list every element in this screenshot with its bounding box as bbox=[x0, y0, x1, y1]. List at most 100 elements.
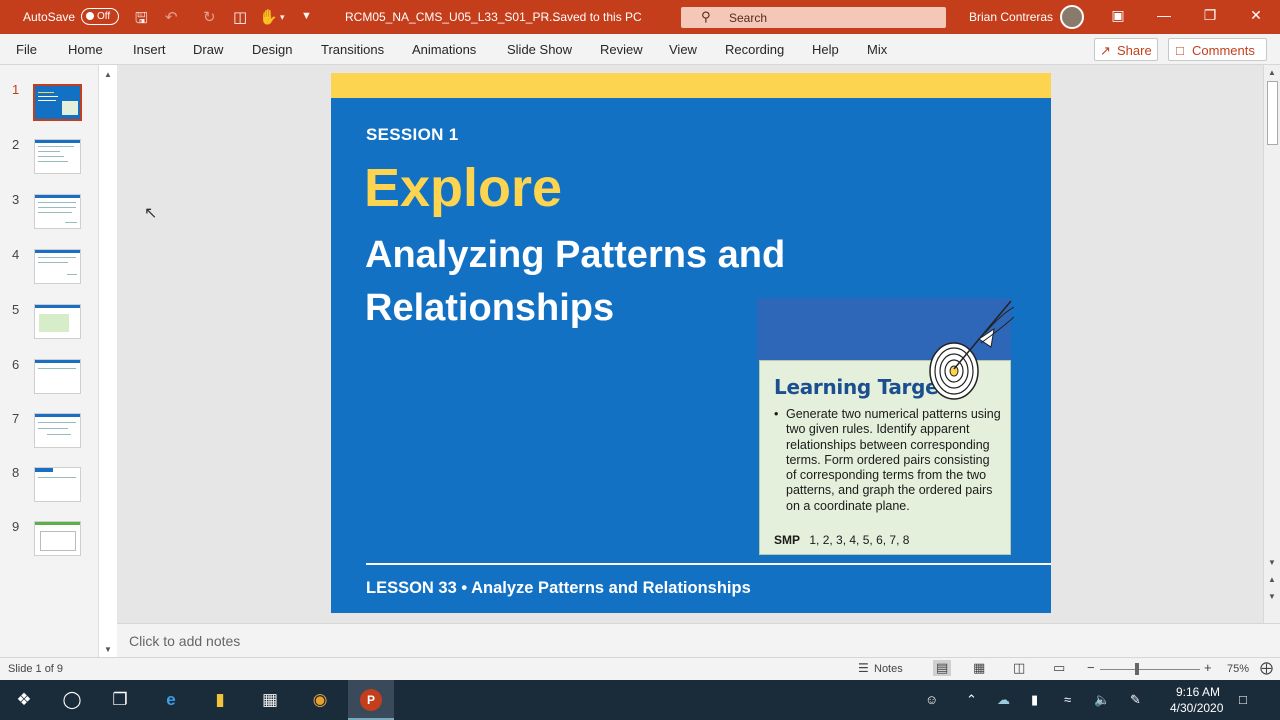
thumb-line bbox=[38, 428, 68, 429]
slide-thumbnail-5[interactable] bbox=[34, 304, 81, 339]
slide-thumbnail-9[interactable] bbox=[34, 521, 81, 556]
restore-icon[interactable]: ❐ bbox=[1200, 7, 1220, 24]
thumb-line bbox=[38, 257, 76, 258]
tab-animations[interactable]: Animations bbox=[412, 42, 476, 57]
thumbnails-scrollbar[interactable]: ▲ ▼ bbox=[98, 65, 117, 657]
search-icon: ⚲ bbox=[701, 9, 711, 24]
save-icon[interactable]: 🖫 bbox=[135, 8, 148, 33]
normal-view-icon[interactable]: ▤ bbox=[933, 660, 952, 676]
redo-icon[interactable]: ↻ bbox=[203, 8, 216, 26]
thumb-line bbox=[38, 207, 76, 208]
comments-button[interactable]: □ Comments bbox=[1168, 38, 1267, 61]
reading-view-icon[interactable]: ◫ bbox=[1013, 660, 1025, 676]
thumb-number: 5 bbox=[12, 302, 20, 317]
edge-browser-icon[interactable]: e bbox=[160, 689, 182, 711]
slide-top-band bbox=[331, 73, 1051, 98]
task-view-icon[interactable]: ❐ bbox=[109, 689, 131, 711]
avatar[interactable] bbox=[1060, 5, 1084, 29]
slide-thumbnail-3[interactable] bbox=[34, 194, 81, 229]
smp-label: SMP bbox=[774, 533, 801, 547]
powerpoint-icon: P bbox=[360, 689, 382, 711]
customize-qat-icon[interactable]: ▼ bbox=[301, 10, 312, 22]
zoom-slider-track[interactable] bbox=[1100, 669, 1200, 670]
battery-icon[interactable]: ▮ bbox=[1031, 692, 1038, 708]
touch-mode-icon[interactable]: ✋ bbox=[259, 8, 278, 26]
thumb-line bbox=[38, 368, 76, 369]
tab-slide-show[interactable]: Slide Show bbox=[507, 42, 572, 57]
fit-to-window-icon[interactable]: ⨁ bbox=[1260, 660, 1273, 676]
minimize-icon[interactable]: — bbox=[1154, 7, 1174, 23]
pen-icon[interactable]: ✎ bbox=[1130, 692, 1141, 708]
windows-start-icon[interactable]: ❖ bbox=[13, 689, 35, 711]
thumb-line bbox=[38, 477, 76, 478]
slide-thumbnail-2[interactable] bbox=[34, 139, 81, 174]
powerpoint-taskbar-button[interactable]: P bbox=[348, 680, 394, 720]
autosave-toggle[interactable]: Off bbox=[81, 8, 119, 25]
tab-help[interactable]: Help bbox=[812, 42, 839, 57]
onedrive-icon[interactable]: ☁ bbox=[997, 692, 1010, 708]
chevron-up-icon[interactable]: ⌃ bbox=[966, 692, 977, 708]
volume-icon[interactable]: 🔈 bbox=[1094, 692, 1110, 708]
user-name[interactable]: Brian Contreras bbox=[969, 10, 1053, 24]
slide-thumbnail-6[interactable] bbox=[34, 359, 81, 394]
scroll-up-icon[interactable]: ▲ bbox=[104, 70, 112, 79]
scroll-up-icon[interactable]: ▲ bbox=[1268, 68, 1276, 77]
slide-title[interactable]: Explore bbox=[364, 157, 562, 219]
notes-pane[interactable]: Click to add notes bbox=[117, 623, 1280, 657]
editor-scrollbar[interactable]: ▲ ▼ ▲ ▼ bbox=[1263, 65, 1280, 623]
scrollbar-thumb[interactable] bbox=[1267, 81, 1278, 145]
tab-review[interactable]: Review bbox=[600, 42, 643, 57]
tab-recording[interactable]: Recording bbox=[725, 42, 784, 57]
notes-icon[interactable]: ☰ bbox=[858, 661, 869, 675]
tab-transitions[interactable]: Transitions bbox=[321, 42, 384, 57]
wifi-icon[interactable]: ≈ bbox=[1064, 692, 1071, 707]
store-icon[interactable]: ▦ bbox=[259, 689, 281, 711]
people-icon[interactable]: ☺ bbox=[925, 692, 938, 707]
zoom-level[interactable]: 75% bbox=[1227, 663, 1249, 675]
undo-icon[interactable]: ↶ bbox=[165, 8, 178, 26]
thumb-number: 1 bbox=[12, 82, 20, 97]
chevron-down-icon[interactable]: ▾ bbox=[280, 12, 285, 23]
tab-insert[interactable]: Insert bbox=[133, 42, 166, 57]
tab-file[interactable]: File bbox=[16, 42, 37, 57]
search-box[interactable]: ⚲ Search bbox=[681, 7, 946, 28]
notes-placeholder[interactable]: Click to add notes bbox=[129, 633, 240, 649]
toggle-knob bbox=[86, 12, 94, 20]
close-icon[interactable]: ✕ bbox=[1246, 7, 1266, 24]
zoom-in-icon[interactable]: + bbox=[1204, 660, 1212, 675]
slide[interactable]: SESSION 1 Explore Analyzing Patterns and… bbox=[331, 73, 1051, 613]
chrome-icon[interactable]: ◉ bbox=[309, 689, 331, 711]
slide-thumbnail-8[interactable] bbox=[34, 467, 81, 502]
taskbar-clock[interactable]: 9:16 AM 4/30/2020 bbox=[1170, 684, 1223, 716]
tab-home[interactable]: Home bbox=[68, 42, 103, 57]
tab-mix[interactable]: Mix bbox=[867, 42, 887, 57]
smp-line: SMP 1, 2, 3, 4, 5, 6, 7, 8 bbox=[774, 533, 909, 547]
tab-design[interactable]: Design bbox=[252, 42, 292, 57]
slide-footer-divider bbox=[366, 563, 1051, 565]
slideshow-view-icon[interactable]: ▭ bbox=[1053, 660, 1065, 676]
ribbon-display-icon[interactable]: ▣ bbox=[1108, 7, 1128, 24]
slide-thumbnail-4[interactable] bbox=[34, 249, 81, 284]
slide-footer-text[interactable]: LESSON 33 • Analyze Patterns and Relatio… bbox=[366, 579, 751, 598]
present-icon[interactable]: ◫ bbox=[233, 8, 247, 26]
slide-thumbnail-1[interactable] bbox=[33, 84, 82, 121]
slide-sorter-icon[interactable]: ▦ bbox=[973, 660, 985, 676]
notification-icon[interactable]: □ bbox=[1239, 692, 1247, 707]
thumb-line bbox=[38, 156, 64, 157]
scroll-down-icon[interactable]: ▼ bbox=[1268, 558, 1276, 567]
session-label[interactable]: SESSION 1 bbox=[366, 125, 458, 145]
tab-draw[interactable]: Draw bbox=[193, 42, 223, 57]
zoom-slider-thumb[interactable] bbox=[1135, 663, 1139, 675]
thumb-bar bbox=[35, 250, 80, 253]
tab-view[interactable]: View bbox=[669, 42, 697, 57]
notes-toggle[interactable]: Notes bbox=[874, 663, 903, 675]
next-slide-icon[interactable]: ▼ bbox=[1268, 592, 1276, 601]
scroll-down-icon[interactable]: ▼ bbox=[104, 645, 112, 654]
slide-thumbnail-7[interactable] bbox=[34, 413, 81, 448]
file-explorer-icon[interactable]: ▮ bbox=[209, 689, 231, 711]
share-icon: ↗ bbox=[1100, 43, 1111, 58]
share-button[interactable]: ↗ Share bbox=[1094, 38, 1158, 61]
previous-slide-icon[interactable]: ▲ bbox=[1268, 575, 1276, 584]
zoom-out-icon[interactable]: − bbox=[1087, 660, 1095, 675]
cortana-icon[interactable]: ◯ bbox=[61, 689, 83, 711]
